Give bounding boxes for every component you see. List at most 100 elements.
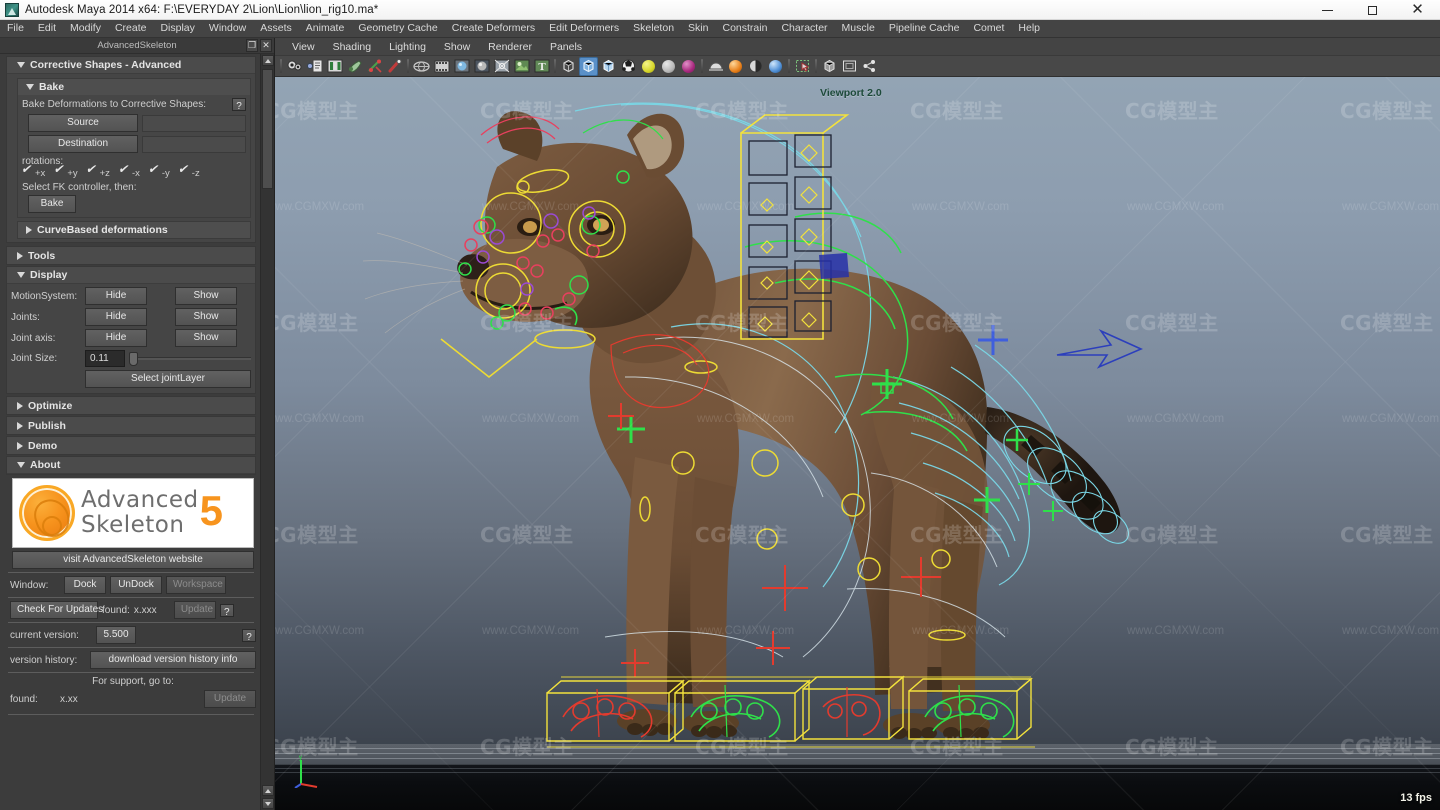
jointsize-input[interactable]: 0.11: [85, 350, 125, 367]
joints-show-button[interactable]: Show: [175, 308, 237, 326]
slider-handle[interactable]: [129, 352, 138, 366]
frame-header-display[interactable]: Display: [7, 267, 255, 284]
ik-handle-icon[interactable]: [365, 57, 384, 76]
textured-icon[interactable]: [492, 57, 511, 76]
frame-header-demo[interactable]: Demo: [7, 437, 255, 454]
menu-window[interactable]: Window: [202, 20, 253, 37]
menu-edit[interactable]: Edit: [31, 20, 63, 37]
updates-help-button[interactable]: ?: [220, 604, 234, 617]
maya-3d-viewport[interactable]: y CG模型主 CG模型主 CG模型主 CG模型主 CG模型主 CG模型主 ww…: [275, 77, 1440, 810]
grey-light-icon[interactable]: [659, 57, 678, 76]
orange-sphere-icon[interactable]: [726, 57, 745, 76]
shaded-sphere-icon[interactable]: [472, 57, 491, 76]
menu-assets[interactable]: Assets: [253, 20, 299, 37]
menu-create[interactable]: Create: [108, 20, 154, 37]
maximize-button[interactable]: [1350, 0, 1395, 20]
half-sphere-icon[interactable]: [746, 57, 765, 76]
motionsystem-show-button[interactable]: Show: [175, 287, 237, 305]
frame-header-corrective-shapes[interactable]: Corrective Shapes - Advanced: [7, 57, 255, 74]
dock-button[interactable]: Dock: [64, 576, 106, 594]
rotation-checkbox-ny[interactable]: -y: [149, 168, 175, 179]
attribute-editor-icon[interactable]: [305, 57, 324, 76]
film-gate-icon[interactable]: [432, 57, 451, 76]
scroll-up-icon[interactable]: [262, 55, 274, 66]
blue-sphere-icon[interactable]: [766, 57, 785, 76]
frame-header-optimize[interactable]: Optimize: [7, 397, 255, 414]
dock-float-button[interactable]: ❐: [246, 39, 258, 52]
subframe-header-curvebased[interactable]: CurveBased deformations: [18, 222, 250, 238]
update2-button[interactable]: Update: [204, 690, 256, 708]
rotation-checkbox-nz[interactable]: -z: [179, 168, 205, 179]
checker-icon[interactable]: [619, 57, 638, 76]
vp-menu-renderer[interactable]: Renderer: [479, 41, 541, 53]
xray-blue-cube-icon[interactable]: [579, 57, 598, 76]
paint-icon[interactable]: [345, 57, 364, 76]
dock-scroll-thumb[interactable]: [262, 69, 273, 189]
menu-file[interactable]: File: [0, 20, 31, 37]
isolate-select-icon[interactable]: [793, 57, 812, 76]
frame-header-publish[interactable]: Publish: [7, 417, 255, 434]
dome-light-icon[interactable]: [706, 57, 725, 76]
menu-create-deformers[interactable]: Create Deformers: [445, 20, 542, 37]
bake-button[interactable]: Bake: [28, 195, 76, 213]
close-button[interactable]: ✕: [1395, 0, 1440, 20]
select-jointlayer-button[interactable]: Select jointLayer: [85, 370, 251, 388]
vp-menu-show[interactable]: Show: [435, 41, 479, 53]
menu-constrain[interactable]: Constrain: [715, 20, 774, 37]
rotation-checkbox-pz[interactable]: +z: [87, 168, 115, 179]
vp-menu-lighting[interactable]: Lighting: [380, 41, 435, 53]
destination-button[interactable]: Destination: [28, 135, 138, 153]
motionsystem-hide-button[interactable]: Hide: [85, 287, 147, 305]
menu-help[interactable]: Help: [1011, 20, 1047, 37]
text-icon[interactable]: T: [532, 57, 551, 76]
dock-close-button[interactable]: ✕: [260, 39, 272, 52]
menu-edit-deformers[interactable]: Edit Deformers: [542, 20, 626, 37]
cube-outline-icon[interactable]: [820, 57, 839, 76]
vp-menu-panels[interactable]: Panels: [541, 41, 591, 53]
wireframe-icon[interactable]: [412, 57, 431, 76]
source-field[interactable]: [142, 115, 246, 132]
scroll-down-button[interactable]: [262, 798, 274, 809]
joints-hide-button[interactable]: Hide: [85, 308, 147, 326]
update-button[interactable]: Update: [174, 601, 216, 619]
bake-help-button[interactable]: ?: [232, 98, 246, 111]
vp-menu-shading[interactable]: Shading: [324, 41, 381, 53]
share-icon[interactable]: [860, 57, 879, 76]
rotation-checkbox-nx[interactable]: -x: [119, 168, 145, 179]
workspace-button[interactable]: Workspace: [166, 576, 226, 594]
frame-header-tools[interactable]: Tools: [7, 247, 255, 264]
yellow-light-icon[interactable]: [639, 57, 658, 76]
select-camera-icon[interactable]: [285, 57, 304, 76]
soft-select-icon[interactable]: [385, 57, 404, 76]
frame-header-about[interactable]: About: [7, 457, 255, 474]
rotation-checkbox-py[interactable]: +y: [54, 168, 82, 179]
version-help-button[interactable]: ?: [242, 629, 256, 642]
jointsize-slider[interactable]: [129, 357, 251, 360]
undock-button[interactable]: UnDock: [110, 576, 162, 594]
minimize-button[interactable]: [1305, 0, 1350, 20]
smooth-shade-icon[interactable]: [452, 57, 471, 76]
xray-cube-icon[interactable]: [559, 57, 578, 76]
use-all-lights-icon[interactable]: [512, 57, 531, 76]
vp-menu-view[interactable]: View: [283, 41, 324, 53]
menu-pipeline-cache[interactable]: Pipeline Cache: [882, 20, 967, 37]
visit-website-button[interactable]: visit AdvancedSkeleton website: [12, 551, 254, 569]
jointaxis-show-button[interactable]: Show: [175, 329, 237, 347]
dock-scrollbar[interactable]: [260, 54, 274, 810]
xray-joints-icon[interactable]: [599, 57, 618, 76]
subframe-header-bake[interactable]: Bake: [18, 79, 250, 95]
download-version-history-button[interactable]: download version history info: [90, 651, 256, 669]
rotation-checkbox-px[interactable]: +x: [22, 168, 50, 179]
menu-muscle[interactable]: Muscle: [835, 20, 882, 37]
jointaxis-hide-button[interactable]: Hide: [85, 329, 147, 347]
menu-comet[interactable]: Comet: [966, 20, 1011, 37]
menu-skeleton[interactable]: Skeleton: [626, 20, 681, 37]
check-for-updates-button[interactable]: Check For Updates: [10, 601, 98, 619]
menu-display[interactable]: Display: [153, 20, 201, 37]
destination-field[interactable]: [142, 136, 246, 153]
source-button[interactable]: Source: [28, 114, 138, 132]
menu-geometry-cache[interactable]: Geometry Cache: [351, 20, 444, 37]
scroll-up-button[interactable]: [262, 785, 274, 796]
menu-skin[interactable]: Skin: [681, 20, 715, 37]
frame-icon[interactable]: [840, 57, 859, 76]
